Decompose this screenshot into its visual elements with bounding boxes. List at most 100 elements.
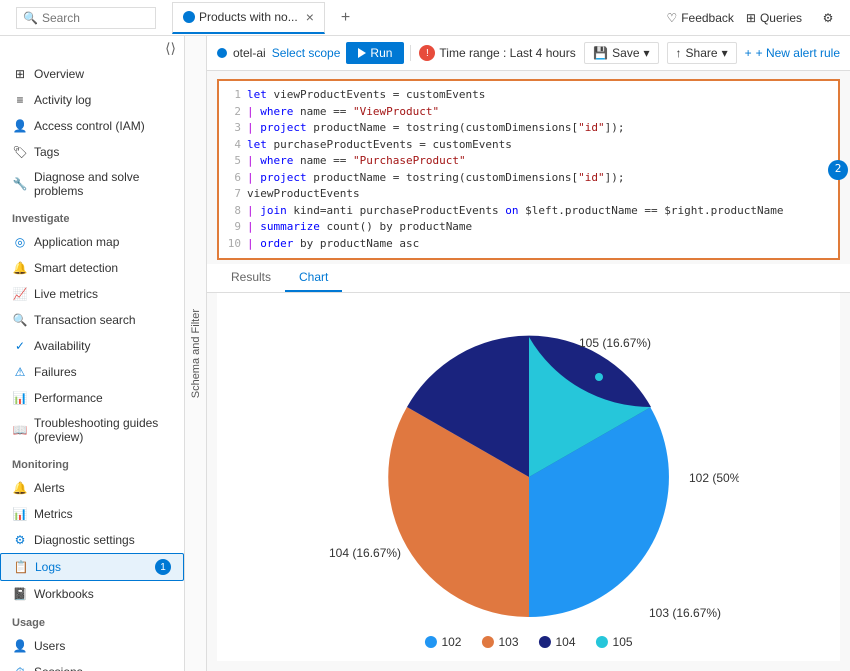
pie-dot-105 xyxy=(595,373,603,381)
sidebar-item-overview[interactable]: ⊞ Overview xyxy=(0,61,184,87)
sidebar-collapse-button[interactable]: ⟨⟩ xyxy=(165,40,176,57)
alerts-icon: 🔔 xyxy=(12,480,28,496)
users-icon: 👤 xyxy=(12,638,28,654)
close-icon[interactable]: × xyxy=(306,10,314,24)
share-icon: ↑ xyxy=(676,46,682,60)
top-bar: 🔍 Products with no... × + ♡ Feedback ⊞ Q… xyxy=(0,0,850,36)
sidebar-item-diagnose[interactable]: 🔧 Diagnose and solve problems xyxy=(0,165,184,203)
share-button[interactable]: ↑ Share ▾ xyxy=(667,42,737,64)
sidebar-item-smart-detection[interactable]: 🔔 Smart detection xyxy=(0,255,184,281)
legend-label-102: 102 xyxy=(441,635,461,649)
sidebar-item-label: Users xyxy=(34,639,65,653)
tab-chart[interactable]: Chart xyxy=(285,264,342,292)
gear-icon: ⚙ xyxy=(823,11,834,25)
sidebar-item-sessions[interactable]: ⏱ Sessions xyxy=(0,659,184,671)
sidebar-item-metrics[interactable]: 📊 Metrics xyxy=(0,501,184,527)
sidebar-item-alerts[interactable]: 🔔 Alerts xyxy=(0,475,184,501)
workbooks-icon: 📓 xyxy=(12,586,28,602)
sidebar-item-label: Diagnose and solve problems xyxy=(34,170,172,198)
tab-products[interactable]: Products with no... × xyxy=(172,2,325,34)
bell-icon: 🔔 xyxy=(12,260,28,276)
query-line-3: 3 | project productName = tostring(custo… xyxy=(225,120,832,137)
new-alert-rule-button[interactable]: + + New alert rule xyxy=(745,46,840,60)
sidebar-item-activity-log[interactable]: ≡ Activity log xyxy=(0,87,184,113)
perf-icon: 📊 xyxy=(12,390,28,406)
sidebar-item-label: Sessions xyxy=(34,665,83,671)
list-icon: ≡ xyxy=(12,92,28,108)
time-range: ! Time range : Last 4 hours xyxy=(410,45,575,61)
sidebar-item-live-metrics[interactable]: 📈 Live metrics xyxy=(0,281,184,307)
sidebar-item-label: Metrics xyxy=(34,507,73,521)
sidebar-item-label: Diagnostic settings xyxy=(34,533,135,547)
sidebar-item-failures[interactable]: ⚠ Failures xyxy=(0,359,184,385)
sidebar-item-transaction-search[interactable]: 🔍 Transaction search xyxy=(0,307,184,333)
query-line-7: 7 viewProductEvents xyxy=(225,186,832,203)
query-toolbar: otel-ai Select scope Run ! Time range : … xyxy=(207,36,850,71)
query-line-10: 10 | order by productName asc xyxy=(225,236,832,253)
check-icon: ✓ xyxy=(12,338,28,354)
sidebar-item-label: Overview xyxy=(34,67,84,81)
schema-panel[interactable]: Schema and Filter xyxy=(185,36,207,671)
sidebar-item-diagnostic-settings[interactable]: ⚙ Diagnostic settings xyxy=(0,527,184,553)
sidebar-item-label: Tags xyxy=(34,145,59,159)
results-tabs: Results Chart xyxy=(207,264,850,293)
query-line-6: 6 | project productName = tostring(custo… xyxy=(225,170,832,187)
section-usage: Usage xyxy=(0,607,184,633)
chart-legend: 102 103 104 105 xyxy=(424,635,632,649)
tab-results[interactable]: Results xyxy=(217,264,285,292)
query-line-4: 4 let purchaseProductEvents = customEven… xyxy=(225,137,832,154)
legend-label-103: 103 xyxy=(498,635,518,649)
wrench-icon: 🔧 xyxy=(12,176,28,192)
chart-area: 102 (50%) 103 (16.67%) 104 (16.67%) 105 … xyxy=(217,293,840,661)
sidebar-item-workbooks[interactable]: 📓 Workbooks xyxy=(0,581,184,607)
query-editor[interactable]: 1 let viewProductEvents = customEvents 2… xyxy=(217,79,840,260)
section-monitoring: Monitoring xyxy=(0,449,184,475)
save-button[interactable]: 💾 Save ▾ xyxy=(584,42,658,64)
search-icon: 🔍 xyxy=(23,11,38,25)
legend-dot-105 xyxy=(596,636,608,648)
gear-button[interactable]: ⚙ xyxy=(814,4,842,32)
sidebar-item-users[interactable]: 👤 Users xyxy=(0,633,184,659)
add-tab-button[interactable]: + xyxy=(333,3,358,33)
search-input[interactable] xyxy=(42,11,149,25)
select-scope-button[interactable]: Select scope xyxy=(272,46,341,60)
logs-icon: 📋 xyxy=(13,559,29,575)
legend-dot-102 xyxy=(424,636,436,648)
legend-label-104: 104 xyxy=(556,635,576,649)
sidebar-item-availability[interactable]: ✓ Availability xyxy=(0,333,184,359)
search-box[interactable]: 🔍 xyxy=(16,7,156,29)
sidebar-item-tags[interactable]: 🏷 Tags xyxy=(0,139,184,165)
chart-line-icon: 📈 xyxy=(12,286,28,302)
sidebar-item-app-map[interactable]: ◎ Application map xyxy=(0,229,184,255)
legend-item-102: 102 xyxy=(424,635,461,649)
sidebar-item-performance[interactable]: 📊 Performance xyxy=(0,385,184,411)
sidebar-item-access-control[interactable]: 👤 Access control (IAM) xyxy=(0,113,184,139)
sidebar-item-troubleshooting[interactable]: 📖 Troubleshooting guides (preview) xyxy=(0,411,184,449)
top-bar-right: ♡ Feedback ⊞ Queries ⚙ xyxy=(666,4,842,32)
legend-label-105: 105 xyxy=(613,635,633,649)
feedback-label: Feedback xyxy=(681,11,734,25)
run-label: Run xyxy=(370,46,392,60)
legend-item-103: 103 xyxy=(481,635,518,649)
sessions-icon: ⏱ xyxy=(12,664,28,671)
sidebar-item-label: Troubleshooting guides (preview) xyxy=(34,416,172,444)
time-badge: ! xyxy=(419,45,435,61)
run-button[interactable]: Run xyxy=(346,42,404,64)
new-alert-label: + New alert rule xyxy=(756,46,840,60)
book-icon: 📖 xyxy=(12,422,28,438)
sidebar-item-label: Failures xyxy=(34,365,77,379)
feedback-button[interactable]: ♡ Feedback xyxy=(666,11,733,25)
sidebar-item-logs[interactable]: 📋 Logs 1 xyxy=(0,553,184,581)
query-line-1: 1 let viewProductEvents = customEvents xyxy=(225,87,832,104)
sidebar-item-label: Workbooks xyxy=(34,587,94,601)
schema-label: Schema and Filter xyxy=(190,309,202,398)
query-line-2: 2 | where name == "ViewProduct" xyxy=(225,104,832,121)
legend-dot-104 xyxy=(539,636,551,648)
search2-icon: 🔍 xyxy=(12,312,28,328)
settings-icon: ⚙ xyxy=(12,532,28,548)
metrics-icon: 📊 xyxy=(12,506,28,522)
pie-label-103: 103 (16.67%) xyxy=(649,606,721,620)
pie-label-105: 105 (16.67%) xyxy=(579,336,651,350)
sidebar-item-label: Performance xyxy=(34,391,103,405)
queries-button[interactable]: ⊞ Queries xyxy=(746,11,802,25)
